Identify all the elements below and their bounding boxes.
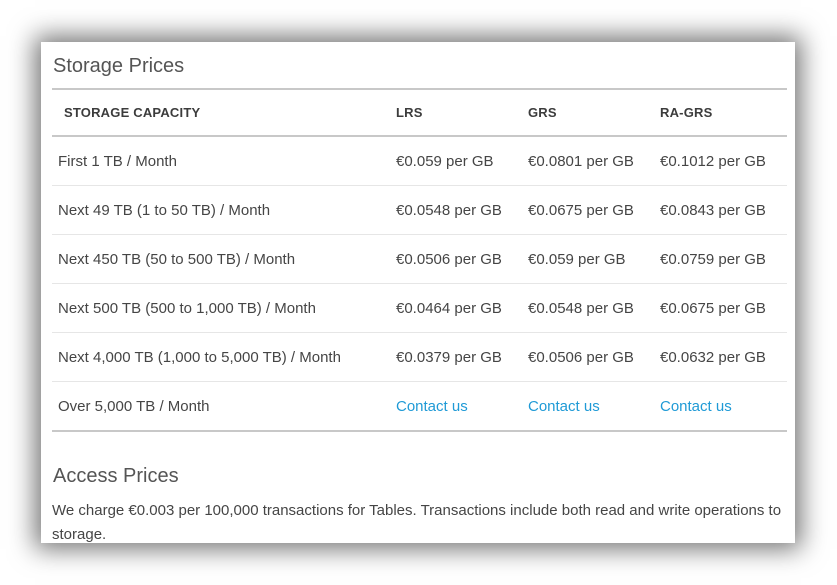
storage-prices-title: Storage Prices — [53, 55, 185, 77]
header-ra-grs: RA-GRS — [654, 89, 787, 137]
ra-grs-price-cell: €0.0675 per GB — [654, 283, 787, 333]
ra-grs-price-cell: €0.0759 per GB — [654, 234, 787, 284]
capacity-cell: Next 500 TB (500 to 1,000 TB) / Month — [52, 283, 390, 333]
grs-price-cell: €0.0801 per GB — [522, 136, 654, 186]
table-row: Next 500 TB (500 to 1,000 TB) / Month €0… — [52, 283, 787, 333]
access-prices-title: Access Prices — [53, 465, 179, 487]
contact-us-link-ra-grs[interactable]: Contact us — [660, 398, 732, 415]
ra-grs-price-cell: €0.0632 per GB — [654, 332, 787, 382]
grs-contact-cell: Contact us — [522, 382, 654, 432]
storage-prices-table: STORAGE CAPACITY LRS GRS RA-GRS First 1 … — [52, 88, 787, 432]
lrs-price-cell: €0.0379 per GB — [390, 332, 522, 382]
header-lrs: LRS — [390, 89, 522, 137]
lrs-price-cell: €0.0548 per GB — [390, 185, 522, 235]
table-row: Over 5,000 TB / Month Contact us Contact… — [52, 382, 787, 432]
pricing-panel: Storage Prices STORAGE CAPACITY LRS GRS … — [41, 42, 795, 543]
lrs-price-cell: €0.0464 per GB — [390, 283, 522, 333]
capacity-cell: Next 4,000 TB (1,000 to 5,000 TB) / Mont… — [52, 332, 390, 382]
header-storage-capacity: STORAGE CAPACITY — [52, 89, 390, 137]
grs-price-cell: €0.0548 per GB — [522, 283, 654, 333]
ra-grs-contact-cell: Contact us — [654, 382, 787, 432]
header-grs: GRS — [522, 89, 654, 137]
capacity-cell: First 1 TB / Month — [52, 136, 390, 186]
ra-grs-price-cell: €0.1012 per GB — [654, 136, 787, 186]
table-row: First 1 TB / Month €0.059 per GB €0.0801… — [52, 136, 787, 186]
lrs-contact-cell: Contact us — [390, 382, 522, 432]
contact-us-link-lrs[interactable]: Contact us — [396, 398, 468, 415]
grs-price-cell: €0.059 per GB — [522, 234, 654, 284]
contact-us-link-grs[interactable]: Contact us — [528, 398, 600, 415]
ra-grs-price-cell: €0.0843 per GB — [654, 185, 787, 235]
lrs-price-cell: €0.0506 per GB — [390, 234, 522, 284]
capacity-cell: Over 5,000 TB / Month — [58, 397, 210, 415]
lrs-price-cell: €0.059 per GB — [390, 136, 522, 186]
capacity-cell: Next 450 TB (50 to 500 TB) / Month — [52, 234, 390, 284]
table-row: Next 450 TB (50 to 500 TB) / Month €0.05… — [52, 234, 787, 284]
table-row: Next 4,000 TB (1,000 to 5,000 TB) / Mont… — [52, 332, 787, 382]
table-row: Next 49 TB (1 to 50 TB) / Month €0.0548 … — [52, 185, 787, 235]
capacity-cell: Next 49 TB (1 to 50 TB) / Month — [52, 185, 390, 235]
grs-price-cell: €0.0506 per GB — [522, 332, 654, 382]
grs-price-cell: €0.0675 per GB — [522, 185, 654, 235]
table-header-row: STORAGE CAPACITY LRS GRS RA-GRS — [52, 89, 787, 137]
access-prices-description: We charge €0.003 per 100,000 transaction… — [52, 502, 782, 543]
